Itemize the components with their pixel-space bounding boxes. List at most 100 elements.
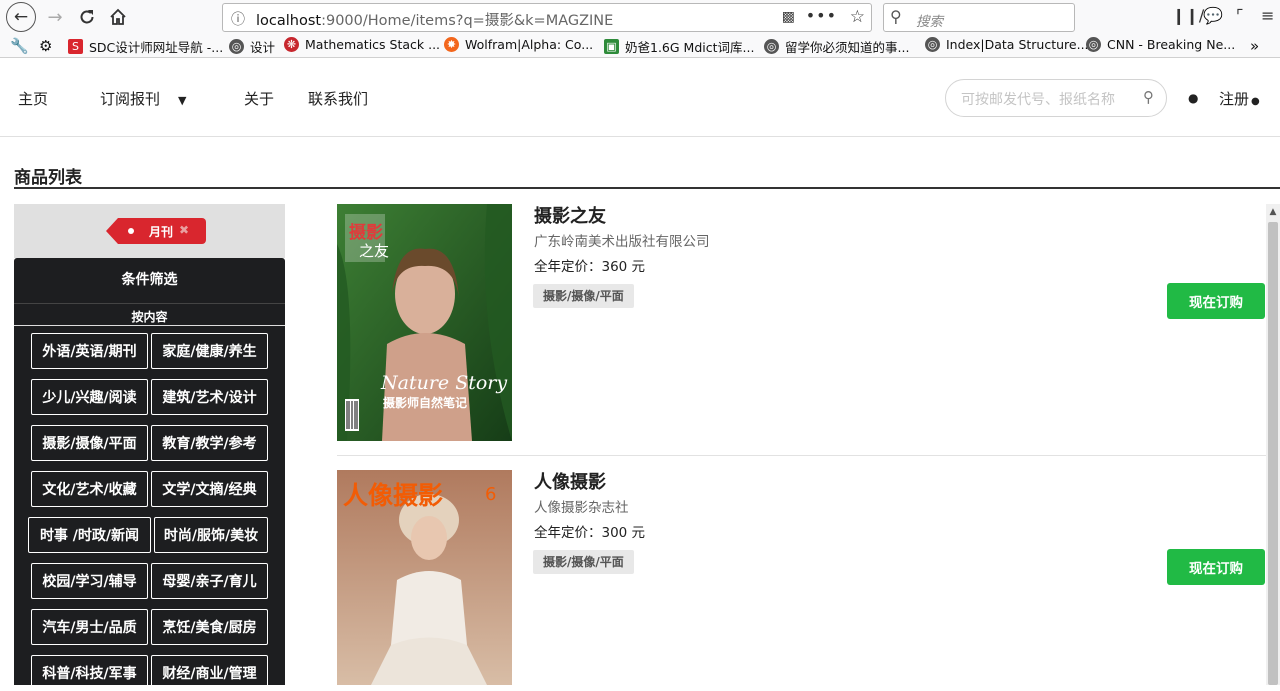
search-icon[interactable]: ⚲	[1143, 88, 1154, 106]
active-filter-area: 月刊 ✖	[14, 204, 285, 258]
bookmark-item[interactable]: S SDC设计师网址导航 -...	[68, 37, 223, 56]
active-filter-label: 月刊	[149, 225, 174, 239]
home-button[interactable]	[104, 3, 132, 31]
globe-icon: ◎	[764, 39, 779, 54]
nav-about[interactable]: 关于	[244, 88, 274, 109]
category-button[interactable]: 时事 /时政/新闻	[28, 517, 151, 553]
divider	[337, 455, 1266, 456]
globe-icon: ◎	[229, 39, 244, 54]
search-icon: ⚲	[890, 7, 902, 26]
category-button[interactable]: 摄影/摄像/平面	[31, 425, 148, 461]
category-button[interactable]: 科普/科技/军事	[31, 655, 148, 691]
category-button[interactable]: 文化/艺术/收藏	[31, 471, 148, 507]
library-icon[interactable]: ❙❙∕	[1172, 6, 1204, 25]
page-actions-icon[interactable]: •••	[806, 6, 837, 25]
product-price: 全年定价：300 元	[534, 525, 646, 541]
product-name[interactable]: 人像摄影	[534, 468, 606, 494]
product-name[interactable]: 摄影之友	[534, 202, 606, 228]
filter-panel: 条件筛选 按内容 外语/英语/期刊 家庭/健康/养生 少儿/兴趣/阅读 建筑/艺…	[14, 258, 285, 691]
category-button[interactable]: 外语/英语/期刊	[31, 333, 148, 369]
scroll-up-arrow-icon[interactable]: ▲	[1266, 204, 1280, 220]
address-bar[interactable]: ⓘ localhost:9000/Home/items?q=摄影&k=MAGZI…	[222, 3, 872, 32]
chat-icon[interactable]: 💬	[1203, 6, 1223, 25]
wolfram-favicon: ✸	[444, 37, 459, 52]
back-button[interactable]: ←	[6, 2, 36, 32]
category-button[interactable]: 校园/学习/辅导	[31, 563, 148, 599]
subscribe-now-button[interactable]: 现在订购	[1167, 549, 1265, 585]
title-divider	[14, 187, 1280, 189]
caret-down-icon: ▼	[178, 94, 187, 107]
forward-button[interactable]: →	[41, 3, 69, 31]
filter-title: 条件筛选	[121, 272, 178, 288]
bullet-icon: ●	[1188, 91, 1199, 105]
reload-button[interactable]	[73, 3, 101, 31]
category-button[interactable]: 建筑/艺术/设计	[151, 379, 268, 415]
home-icon	[110, 8, 126, 25]
category-button[interactable]: 家庭/健康/养生	[151, 333, 268, 369]
cover-logo: 之友	[359, 242, 389, 260]
qr-code-icon[interactable]: ▩	[782, 9, 795, 25]
site-navbar: 主页 订阅报刊 ▼ 关于 联系我们 可按邮发代号、报纸名称 ⚲ ● 注册 ●	[0, 58, 1280, 137]
bookmark-item[interactable]: ◎ 设计	[229, 37, 275, 56]
crop-icon[interactable]: ⌜	[1236, 6, 1244, 25]
more-bookmarks-icon[interactable]: »	[1250, 37, 1259, 55]
product-price: 全年定价：360 元	[534, 259, 646, 275]
menu-icon[interactable]: ≡	[1261, 6, 1274, 25]
nav-register[interactable]: 注册 ●	[1219, 88, 1260, 109]
bookmark-item[interactable]: ✸ Wolfram|Alpha: Co...	[444, 37, 593, 52]
bookmark-item[interactable]: ▣ 奶爸1.6G Mdict词库...	[604, 37, 754, 56]
globe-icon: ◎	[1086, 37, 1101, 52]
bookmarks-bar: 🔧 ⚙ S SDC设计师网址导航 -... ◎ 设计 ❋ Mathematics St…	[0, 35, 1280, 58]
page-title: 商品列表	[14, 168, 82, 188]
category-button[interactable]: 少儿/兴趣/阅读	[31, 379, 148, 415]
subscribe-now-button[interactable]: 现在订购	[1167, 283, 1265, 319]
nav-register-label: 注册	[1219, 90, 1250, 108]
category-button[interactable]: 时尚/服饰/美妆	[154, 517, 268, 553]
bookmark-item[interactable]: ❋ Mathematics Stack ...	[284, 37, 440, 52]
tools-icon[interactable]: 🔧	[10, 37, 29, 55]
cover-issue-number: 6	[485, 484, 496, 505]
naiba-favicon: ▣	[604, 39, 619, 54]
site-search-placeholder: 可按邮发代号、报纸名称	[961, 92, 1115, 108]
tag-dot-icon	[128, 228, 134, 234]
scrollbar-thumb[interactable]	[1268, 222, 1278, 685]
browser-search-field[interactable]: ⚲ 搜索	[883, 3, 1075, 32]
nav-subscribe[interactable]: 订阅报刊 ▼	[100, 88, 186, 109]
math-stack-favicon: ❋	[284, 37, 299, 52]
close-icon[interactable]: ✖	[179, 223, 189, 237]
bookmark-item[interactable]: ◎ 留学你必须知道的事...	[764, 37, 909, 56]
browser-search-placeholder: 搜索	[916, 14, 943, 30]
category-button[interactable]: 文学/文摘/经典	[151, 471, 268, 507]
nav-contact[interactable]: 联系我们	[308, 88, 368, 109]
filter-subtitle: 按内容	[131, 310, 168, 324]
product-item: 摄影 之友 Nature Story 摄影师自然笔记 摄影之友 广东岭南美术出版…	[337, 204, 1266, 456]
browser-toolbar: ← → ⓘ localhost:9000/Home/items?q=摄影&k=M…	[0, 0, 1280, 35]
product-category-label: 摄影/摄像/平面	[533, 550, 634, 574]
active-filter-tag[interactable]: 月刊 ✖	[106, 218, 206, 244]
bookmark-star-icon[interactable]: ☆	[850, 7, 865, 27]
divider	[14, 303, 285, 304]
nav-subscribe-label: 订阅报刊	[100, 90, 161, 108]
url-text[interactable]: localhost:9000/Home/items?q=摄影&k=MAGZINE	[256, 9, 613, 30]
sdc-favicon: S	[68, 39, 83, 54]
category-button[interactable]: 烹饪/美食/厨房	[151, 609, 268, 645]
bullet-icon: ●	[1251, 96, 1260, 107]
product-category-label: 摄影/摄像/平面	[533, 284, 634, 308]
product-cover-image[interactable]: 人像摄影 6	[337, 470, 512, 685]
category-button[interactable]: 财经/商业/管理	[151, 655, 268, 691]
nav-home[interactable]: 主页	[18, 88, 48, 109]
product-publisher: 人像摄影杂志社	[534, 500, 629, 516]
category-button[interactable]: 教育/教学/参考	[151, 425, 268, 461]
bookmark-item[interactable]: ◎ Index|Data Structure...	[925, 37, 1089, 52]
bookmark-item[interactable]: ◎ CNN - Breaking Ne...	[1086, 37, 1235, 52]
cover-logo: 摄影	[349, 222, 383, 243]
site-search-input[interactable]: 可按邮发代号、报纸名称 ⚲	[945, 79, 1167, 117]
cover-logo: 人像摄影	[343, 481, 443, 510]
category-button[interactable]: 母婴/亲子/育儿	[151, 563, 268, 599]
reload-icon	[80, 10, 94, 24]
gear-icon[interactable]: ⚙	[39, 37, 52, 55]
product-publisher: 广东岭南美术出版社有限公司	[534, 234, 710, 250]
product-cover-image[interactable]: 摄影 之友 Nature Story 摄影师自然笔记	[337, 204, 512, 441]
category-button[interactable]: 汽车/男士/品质	[31, 609, 148, 645]
info-icon[interactable]: ⓘ	[231, 9, 245, 29]
